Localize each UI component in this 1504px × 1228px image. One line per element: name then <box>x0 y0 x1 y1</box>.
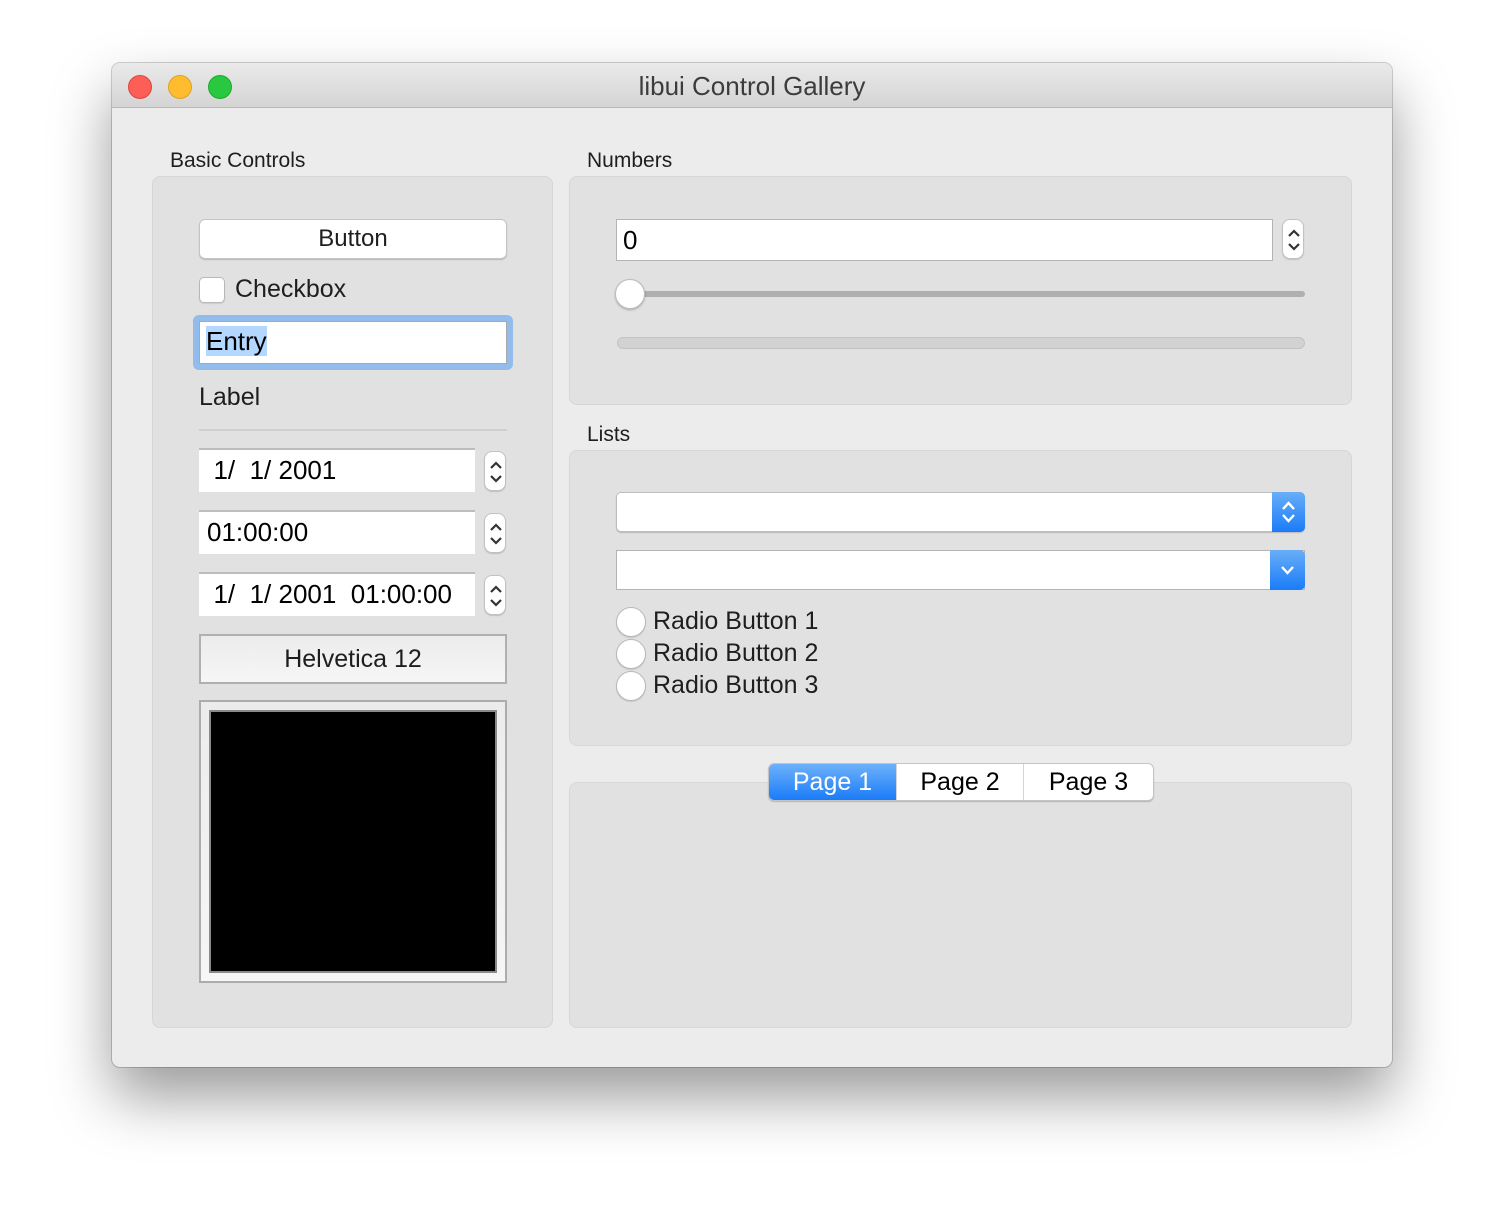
popup-arrow[interactable] <box>1272 492 1305 532</box>
radio-button-2[interactable] <box>616 639 646 669</box>
radio-label-3[interactable]: Radio Button 3 <box>653 671 818 700</box>
basic-controls-label: Basic Controls <box>170 149 306 172</box>
static-label: Label <box>199 383 261 411</box>
time-stepper[interactable] <box>484 513 506 553</box>
window-title: libui Control Gallery <box>638 71 866 101</box>
tab-page-2[interactable]: Page 2 <box>897 764 1024 800</box>
horizontal-separator <box>199 429 507 431</box>
progress-bar <box>617 337 1305 349</box>
title-bar[interactable]: libui Control Gallery <box>112 63 1392 108</box>
text-entry[interactable]: Entry <box>199 321 507 364</box>
stepper-arrows-icon <box>490 461 502 483</box>
tab-bar: Page 1 Page 2 Page 3 <box>768 763 1154 801</box>
numbers-label: Numbers <box>587 149 673 172</box>
color-swatch <box>209 710 497 973</box>
push-button[interactable]: Button <box>199 219 507 259</box>
radio-button-1[interactable] <box>616 607 646 637</box>
font-button[interactable]: Helvetica 12 <box>199 634 507 684</box>
tab-page-1[interactable]: Page 1 <box>769 764 897 800</box>
spinbox-field[interactable]: 0 <box>616 219 1273 261</box>
slider-track[interactable] <box>617 291 1305 297</box>
checkbox[interactable] <box>199 277 225 303</box>
stepper-arrows-icon <box>1288 229 1300 251</box>
tab-content-area <box>569 782 1352 1028</box>
datetime-stepper[interactable] <box>484 575 506 615</box>
lists-group: Radio Button 1 Radio Button 2 Radio Butt… <box>569 450 1352 746</box>
combobox-dropdown-button[interactable] <box>1270 550 1305 590</box>
radio-label-1[interactable]: Radio Button 1 <box>653 607 818 636</box>
tab-page-3[interactable]: Page 3 <box>1024 764 1153 800</box>
date-stepper[interactable] <box>484 451 506 491</box>
date-picker-field[interactable]: 1/ 1/ 2001 <box>199 448 475 492</box>
basic-controls-group: Button Checkbox Entry Label 1/ 1/ 2001 0… <box>152 176 553 1028</box>
color-button[interactable] <box>199 700 507 983</box>
chevron-down-icon <box>1281 566 1294 575</box>
entry-selected-text: Entry <box>206 326 267 356</box>
stepper-arrows-icon <box>490 585 502 607</box>
slider-knob[interactable] <box>615 279 645 309</box>
combobox[interactable] <box>616 550 1305 590</box>
numbers-group: 0 <box>569 176 1352 405</box>
app-window: libui Control Gallery Basic Controls But… <box>112 63 1392 1067</box>
time-picker-field[interactable]: 01:00:00 <box>199 510 475 554</box>
lists-label: Lists <box>587 423 631 446</box>
spinbox-stepper[interactable] <box>1282 219 1304 259</box>
checkbox-label[interactable]: Checkbox <box>235 275 346 304</box>
stepper-arrows-icon <box>490 523 502 545</box>
popup-button[interactable] <box>616 492 1305 532</box>
radio-button-3[interactable] <box>616 671 646 701</box>
up-down-chevron-icon <box>1282 501 1295 523</box>
radio-label-2[interactable]: Radio Button 2 <box>653 639 818 668</box>
datetime-picker-field[interactable]: 1/ 1/ 2001 01:00:00 <box>199 572 475 616</box>
